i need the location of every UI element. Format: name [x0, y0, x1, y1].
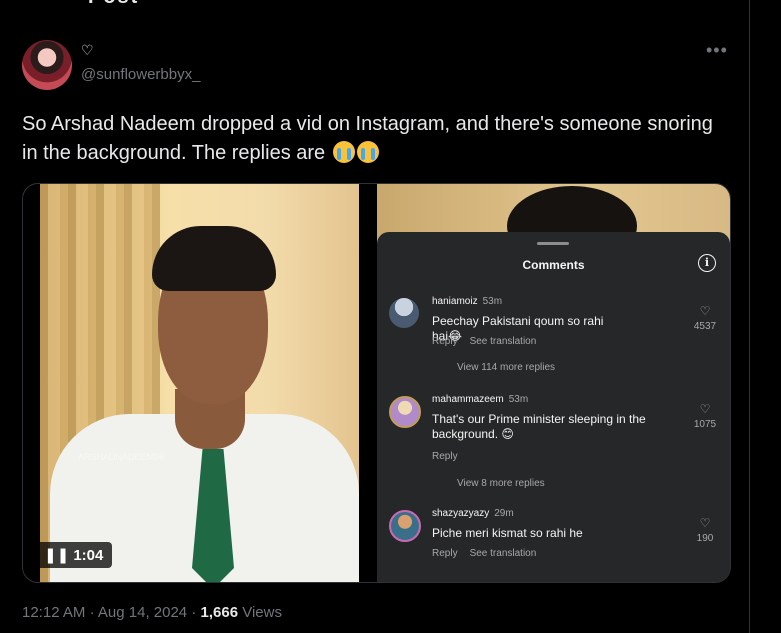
view-more-replies: View 8 more replies [457, 478, 545, 489]
video-duration-badge: ❚❚ 1:04 [35, 542, 113, 568]
author-name[interactable]: ♡ [81, 42, 94, 59]
video-watermark: ARSHADNADEEM96 [78, 452, 165, 462]
info-icon: i [698, 254, 716, 272]
comment-text: Piche meri kismat so rahi he [432, 526, 583, 540]
meta-separator: · [191, 604, 197, 621]
like-button: ♡ 1075 [687, 402, 723, 430]
commenter-avatar [389, 396, 421, 428]
author-avatar[interactable] [22, 40, 72, 90]
duration-text: 1:04 [73, 547, 104, 564]
comments-sheet: Comments i haniamoiz 53m Peechay Pakistan… [377, 232, 730, 582]
commenter-avatar [389, 298, 419, 328]
heart-icon: ♡ [699, 304, 711, 318]
pause-icon: ❚❚ [44, 547, 70, 564]
author-handle[interactable]: @sunflowerbbyx_ [81, 66, 200, 83]
media-container[interactable]: ARSHADNADEEM96 ❚❚ 1:04 Comments i haniam… [22, 183, 731, 583]
sheet-handle [537, 242, 569, 245]
crying-face-icon [332, 141, 355, 163]
post-date[interactable]: Aug 14, 2024 [98, 604, 187, 621]
comment-user: mahammazeem 53m [432, 394, 529, 405]
post-time[interactable]: 12:12 AM [22, 604, 85, 621]
page-header-cut: Post [88, 0, 139, 9]
comment-user: shazyazyazy 29m [432, 508, 514, 519]
views-label: Views [242, 604, 282, 621]
like-button: ♡ 4537 [687, 304, 723, 332]
like-button: ♡ 190 [687, 516, 723, 544]
comment-text: That's our Prime minister sleeping in th… [432, 412, 646, 441]
meta-separator: · [89, 604, 95, 621]
post-text: So Arshad Nadeem dropped a vid on Instag… [22, 110, 722, 168]
post-meta: 12:12 AM · Aug 14, 2024 · 1,666 Views [22, 604, 282, 621]
comment-actions: Reply See translation [432, 548, 537, 559]
comment-actions: Reply [432, 451, 458, 462]
crying-face-icon [356, 141, 379, 163]
views-count: 1,666 [200, 604, 239, 621]
heart-icon: ♡ [699, 402, 711, 416]
comments-screenshot[interactable]: Comments i haniamoiz 53m Peechay Pakistan… [377, 184, 730, 582]
view-more-replies: View 114 more replies [457, 362, 556, 373]
commenter-avatar [389, 510, 421, 542]
hair [152, 226, 276, 291]
column-divider [749, 0, 750, 633]
comment-actions: Reply See translation [432, 336, 537, 347]
video-thumbnail[interactable]: ARSHADNADEEM96 [40, 184, 359, 582]
comments-title: Comments [522, 258, 585, 272]
comment-user: haniamoiz 53m [432, 296, 503, 307]
heart-icon: ♡ [699, 516, 711, 530]
more-options-icon[interactable]: ••• [706, 40, 728, 61]
